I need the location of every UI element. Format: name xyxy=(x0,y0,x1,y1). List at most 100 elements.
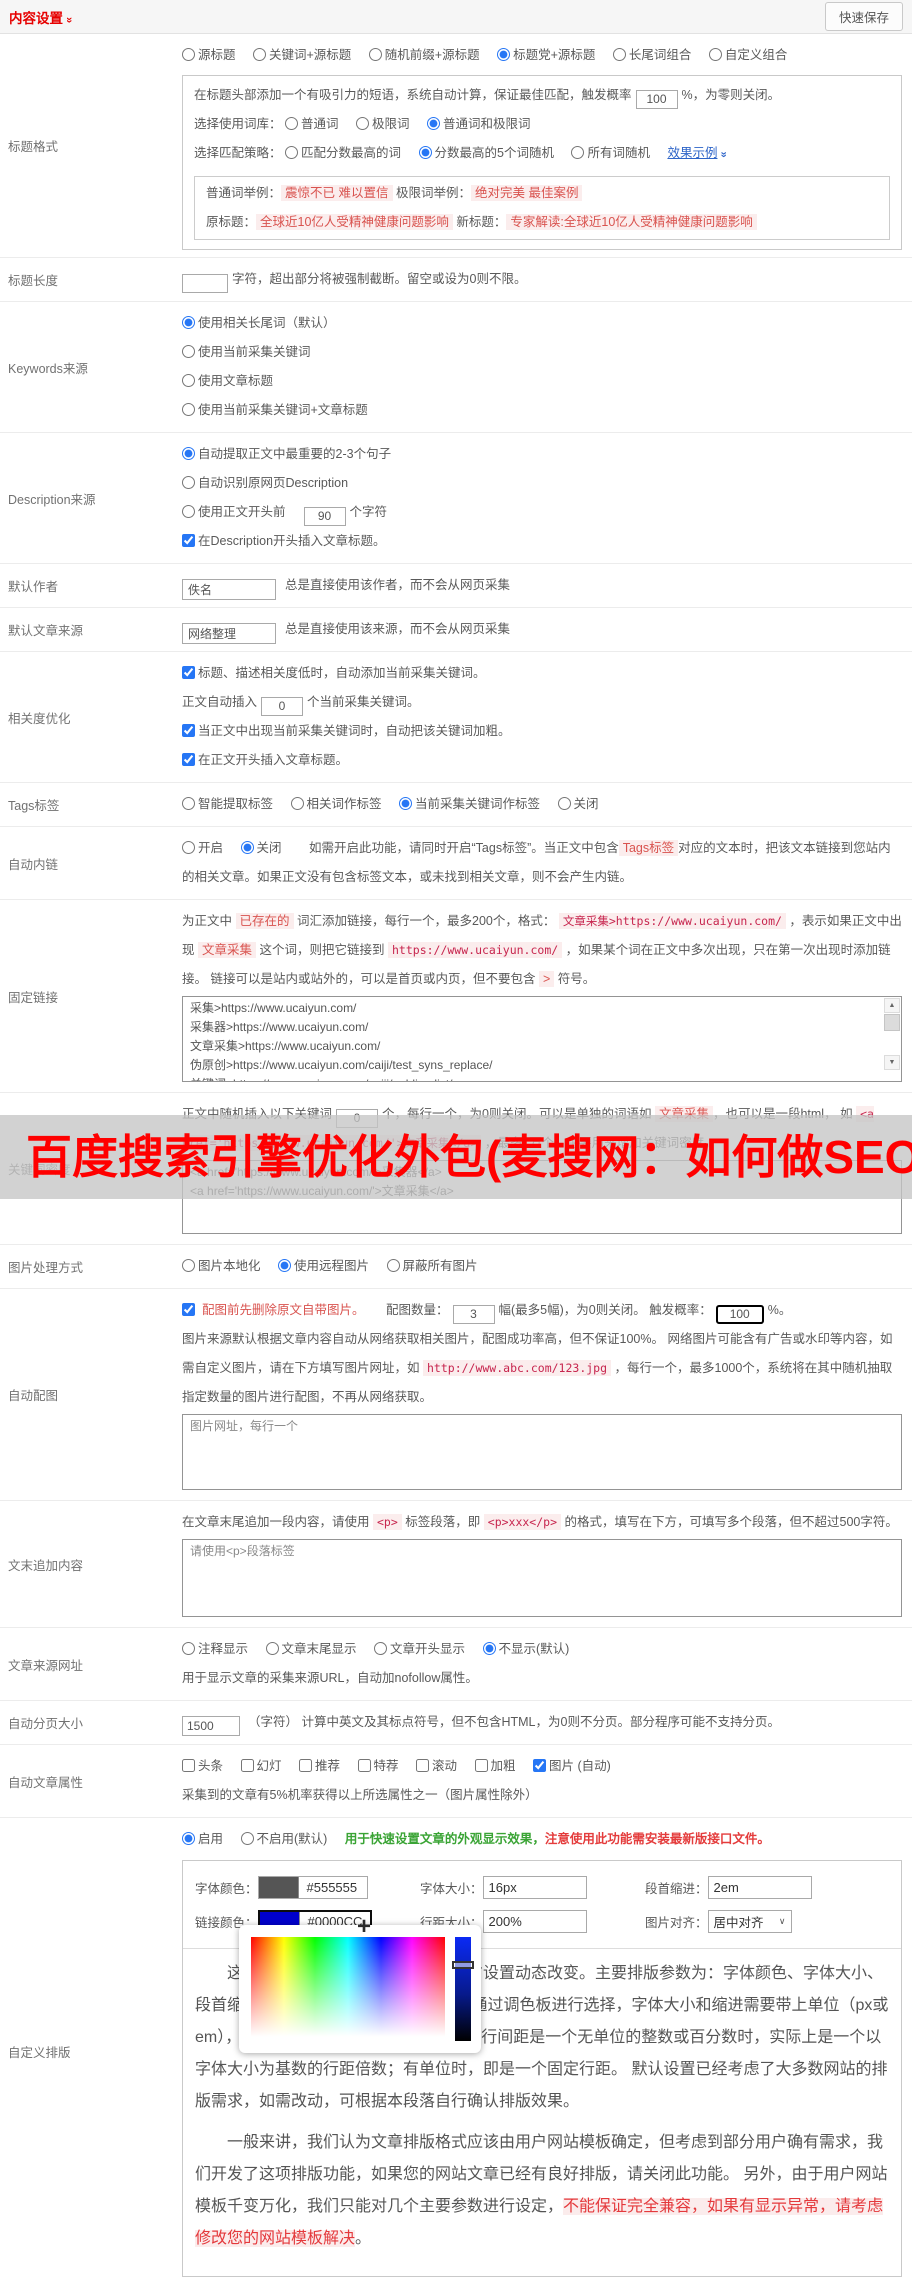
append-content-textarea[interactable] xyxy=(182,1539,902,1617)
image-probability-input[interactable] xyxy=(715,1304,764,1324)
radio-srcurl-hidden[interactable]: 不显示(默认) xyxy=(482,1642,569,1656)
default-source-input[interactable] xyxy=(182,623,276,644)
radio-input[interactable] xyxy=(612,48,626,61)
line-height-input[interactable] xyxy=(482,1909,587,1933)
checkbox-input[interactable] xyxy=(182,753,195,766)
radio-tags-related[interactable]: 相关词作标签 xyxy=(290,797,382,811)
radio-input[interactable] xyxy=(253,48,266,61)
checkbox-relevance-add-keyword[interactable]: 标题、描述相关度低时，自动添加当前采集关键词。 xyxy=(182,666,486,680)
radio-input[interactable] xyxy=(182,1642,195,1655)
radio-input[interactable] xyxy=(265,1642,279,1655)
color-saturation-area[interactable] xyxy=(251,1937,445,2041)
checkbox-bold-keyword[interactable]: 当正文中出现当前采集关键词时，自动把该关键词加粗。 xyxy=(182,724,511,738)
radio-input[interactable] xyxy=(182,403,195,416)
radio-innerlink-on[interactable]: 开启 xyxy=(182,841,223,855)
radio-desc-auto-extract[interactable]: 自动提取正文中最重要的2-3个句子 xyxy=(182,447,391,461)
radio-kw-current[interactable]: 使用当前采集关键词 xyxy=(182,345,311,359)
radio-innerlink-off[interactable]: 关闭 xyxy=(240,841,282,855)
chevron-double-down-icon[interactable]: » xyxy=(709,151,738,157)
checkbox-insert-title-head[interactable]: 在正文开头插入文章标题。 xyxy=(182,753,348,767)
radio-input[interactable] xyxy=(240,1832,254,1845)
radio-input[interactable] xyxy=(240,841,254,854)
radio-input[interactable] xyxy=(182,374,195,387)
radio-title-keyword-source[interactable]: 关键词+源标题 xyxy=(253,48,351,62)
radio-input[interactable] xyxy=(182,447,195,460)
radio-strategy-top5[interactable]: 分数最高的5个词随机 xyxy=(418,146,554,160)
title-length-input[interactable] xyxy=(182,273,228,293)
radio-srcurl-footer[interactable]: 文章末尾显示 xyxy=(265,1642,357,1656)
radio-strategy-best[interactable]: 匹配分数最高的词 xyxy=(285,146,401,160)
scrollbar-track[interactable] xyxy=(884,1032,900,1055)
radio-image-localize[interactable]: 图片本地化 xyxy=(182,1259,261,1273)
radio-input[interactable] xyxy=(182,345,195,358)
scrollbar[interactable]: ▲ ▼ xyxy=(884,998,900,1070)
radio-input[interactable] xyxy=(386,1259,400,1272)
checkbox-attr-headline[interactable]: 头条 xyxy=(182,1759,223,1773)
checkbox-input[interactable] xyxy=(474,1759,488,1772)
radio-input[interactable] xyxy=(182,1832,195,1845)
radio-srcurl-comment[interactable]: 注释显示 xyxy=(182,1642,248,1656)
radio-input[interactable] xyxy=(418,146,432,159)
insert-keyword-count-input[interactable] xyxy=(261,696,304,716)
scrollbar-thumb[interactable] xyxy=(884,1014,900,1031)
image-url-textarea[interactable] xyxy=(182,1414,902,1490)
font-size-input[interactable] xyxy=(482,1875,587,1899)
radio-input[interactable] xyxy=(482,1642,496,1655)
radio-tags-off[interactable]: 关闭 xyxy=(557,797,599,811)
checkbox-input[interactable] xyxy=(182,724,195,737)
checkbox-input[interactable] xyxy=(182,1759,195,1772)
hue-slider-handle[interactable] xyxy=(452,1961,474,1969)
radio-input[interactable] xyxy=(182,476,195,489)
radio-srcurl-head[interactable]: 文章开头显示 xyxy=(374,1642,465,1656)
checkbox-input[interactable] xyxy=(182,1303,195,1316)
font-color-swatch[interactable] xyxy=(258,1876,299,1898)
paging-size-input[interactable] xyxy=(182,1716,240,1736)
checkbox-attr-bold[interactable]: 加粗 xyxy=(474,1759,516,1773)
radio-input[interactable] xyxy=(708,48,722,61)
checkbox-input[interactable] xyxy=(182,666,195,679)
radio-input[interactable] xyxy=(399,797,412,810)
indent-input[interactable] xyxy=(707,1875,812,1899)
radio-input[interactable] xyxy=(285,146,298,159)
image-align-select[interactable]: 居中对齐 ∨ xyxy=(707,1909,792,1933)
fixed-link-textarea[interactable]: 采集>https://www.ucaiyun.com/ 采集器>https://… xyxy=(182,996,902,1082)
checkbox-input[interactable] xyxy=(182,534,195,547)
radio-title-clickbait-source[interactable]: 标题党+源标题 xyxy=(497,48,595,62)
radio-desc-head-chars[interactable]: 使用正文开头前 xyxy=(182,505,286,519)
radio-input[interactable] xyxy=(182,48,195,61)
font-color-picker[interactable]: #555555 xyxy=(257,1875,368,1899)
radio-input[interactable] xyxy=(427,117,440,130)
radio-input[interactable] xyxy=(374,1642,387,1655)
quick-save-button[interactable]: 快速保存 xyxy=(824,2,903,31)
checkbox-input[interactable] xyxy=(416,1759,429,1772)
radio-input[interactable] xyxy=(182,797,195,810)
radio-desc-original[interactable]: 自动识别原网页Description xyxy=(182,476,348,490)
radio-strategy-random[interactable]: 所有词随机 xyxy=(571,146,650,160)
radio-kw-longtail[interactable]: 使用相关长尾词（默认） xyxy=(182,316,336,330)
radio-kw-current-plus-title[interactable]: 使用当前采集关键词+文章标题 xyxy=(182,403,368,417)
radio-lexicon-normal[interactable]: 普通词 xyxy=(285,117,339,131)
radio-input[interactable] xyxy=(182,316,195,329)
scroll-up-icon[interactable]: ▲ xyxy=(884,998,900,1013)
radio-image-block[interactable]: 屏蔽所有图片 xyxy=(386,1259,478,1273)
default-author-input[interactable] xyxy=(182,579,276,600)
checkbox-attr-slide[interactable]: 幻灯 xyxy=(240,1759,282,1773)
checkbox-input[interactable] xyxy=(299,1759,312,1772)
radio-title-custom[interactable]: 自定义组合 xyxy=(708,48,787,62)
radio-lexicon-extreme[interactable]: 极限词 xyxy=(356,117,410,131)
radio-input[interactable] xyxy=(571,146,585,159)
checkbox-input[interactable] xyxy=(533,1759,546,1772)
radio-input[interactable] xyxy=(368,48,382,61)
checkbox-desc-insert-title[interactable]: 在Description开头插入文章标题。 xyxy=(182,534,386,548)
radio-tags-smart[interactable]: 智能提取标签 xyxy=(182,797,273,811)
radio-tags-current-keyword[interactable]: 当前采集关键词作标签 xyxy=(399,797,540,811)
radio-input[interactable] xyxy=(557,797,571,810)
checkbox-attr-special[interactable]: 特荐 xyxy=(357,1759,399,1773)
radio-title-prefix-source[interactable]: 随机前缀+源标题 xyxy=(368,48,480,62)
radio-title-longtail[interactable]: 长尾词组合 xyxy=(612,48,691,62)
radio-layout-enable[interactable]: 启用 xyxy=(182,1832,223,1846)
radio-input[interactable] xyxy=(497,48,511,61)
hue-slider[interactable] xyxy=(452,1937,474,2041)
hue-gradient-bar[interactable] xyxy=(455,1937,471,2041)
desc-char-count-input[interactable] xyxy=(303,506,346,526)
